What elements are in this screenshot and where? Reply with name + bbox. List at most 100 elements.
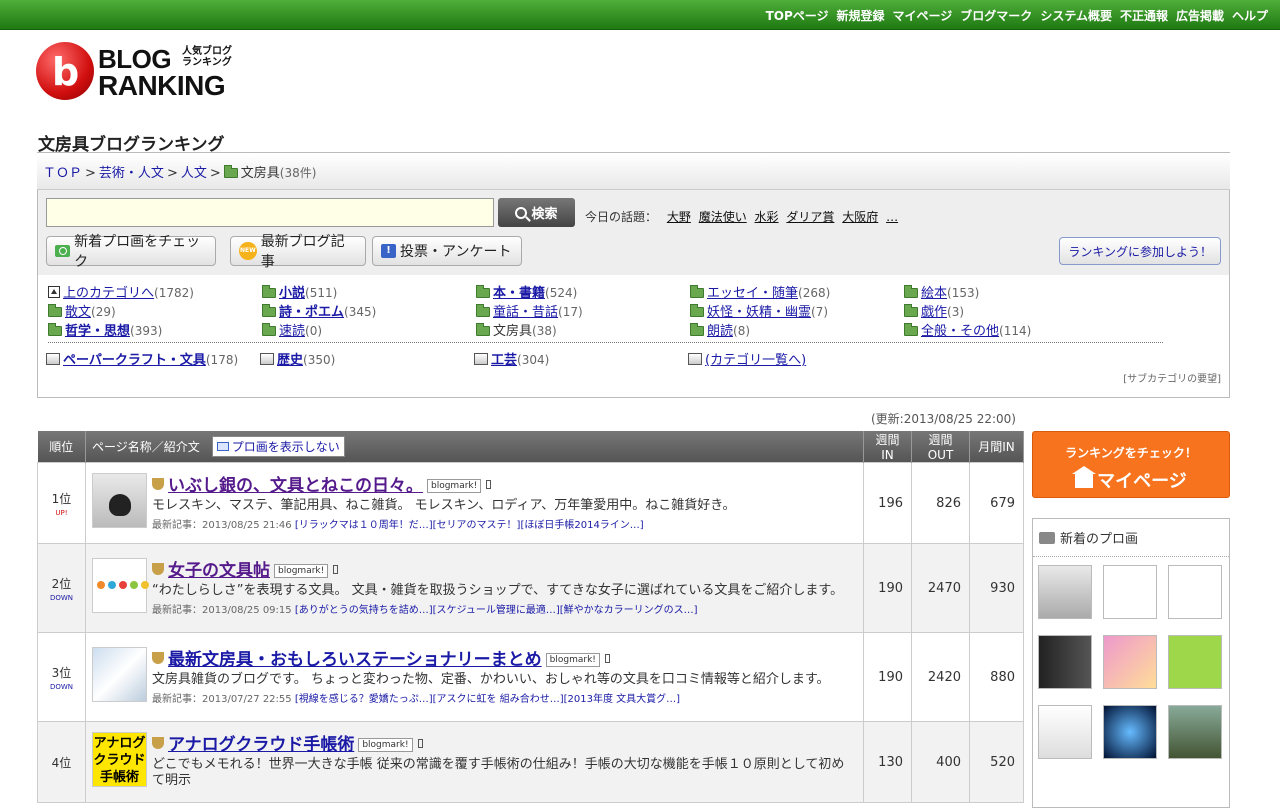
blog-thumbnail[interactable]: アナログ クラウド 手帳術 [92, 732, 147, 787]
subcategory-request-link[interactable]: [サブカテゴリの要望] [1123, 370, 1221, 385]
blog-title-link[interactable]: いぶし銀の、文具とねこの日々。 [168, 476, 423, 496]
topic-link[interactable]: 魔法使い [699, 210, 747, 224]
updated-timestamp: (更新:2013/08/25 22:00) [871, 412, 1016, 426]
profile-image-thumb[interactable] [1168, 635, 1222, 689]
new-posts-button[interactable]: NEW 最新ブログ記事 [230, 234, 366, 270]
latest-post-link[interactable]: [ありがとうの気持ちを詰め…] [295, 605, 433, 616]
latest-post-link[interactable]: [鮮やかなカラーリングのス…] [560, 605, 698, 616]
folder-icon [262, 285, 276, 298]
table-header-row: 順位 ページ名称／紹介文 プロ画を表示しない 週間IN 週間OUT 月間IN [37, 431, 1024, 463]
category-item[interactable]: 詩・ポエム(345) [262, 301, 376, 320]
category-item[interactable]: エッセイ・随筆(268) [690, 282, 830, 301]
latest-post-link[interactable]: [スケジュール管理に最適…] [433, 605, 560, 616]
topic-link[interactable]: 大野 [667, 210, 691, 224]
blog-thumbnail[interactable] [92, 473, 147, 528]
category-item[interactable]: 童話・昔話(17) [476, 301, 583, 320]
nav-top[interactable]: TOPページ [766, 7, 829, 24]
vote-button[interactable]: ! 投票・アンケート [372, 236, 522, 266]
category-item[interactable]: 絵本(153) [904, 282, 979, 301]
join-ranking-button[interactable]: ランキングに参加しよう！ [1059, 237, 1221, 265]
week-in-value: 196 [863, 462, 912, 544]
nav-report[interactable]: 不正通報 [1120, 7, 1168, 24]
blogmark-badge[interactable]: blogmark! [358, 738, 413, 752]
category-item[interactable]: 上のカテゴリへ(1782) [48, 282, 194, 301]
topic-link[interactable]: 水彩 [755, 210, 779, 224]
month-in-value: 520 [969, 721, 1024, 803]
related-link-icon [688, 353, 702, 365]
folder-icon [904, 304, 918, 317]
category-item[interactable]: 速読(0) [262, 320, 322, 339]
latest-posts: 最新記事：2013/08/25 09:15 [ありがとうの気持ちを詰め…][スケ… [152, 605, 698, 616]
site-logo[interactable]: b BLOG RANKING 人気ブログ ランキング [36, 42, 236, 102]
folder-icon [690, 323, 704, 336]
profile-image-thumb[interactable] [1103, 635, 1157, 689]
breadcrumb-humanities[interactable]: 人文 [181, 166, 207, 181]
category-index-link[interactable]: (カテゴリ一覧へ) [688, 349, 806, 368]
nav-register[interactable]: 新規登録 [837, 7, 885, 24]
blogmark-badge[interactable]: blogmark! [274, 564, 329, 578]
latest-post-link[interactable]: [アスクに虹を 組み合わせ…] [433, 694, 564, 705]
folder-icon [476, 285, 490, 298]
mobile-icon [417, 739, 423, 748]
entry-cell: 女子の文具帖 blogmark! “わたしらしさ”を表現する文具。 文具・雑貨を取… [85, 543, 864, 633]
trophy-icon [152, 563, 164, 575]
topic-link[interactable]: ダリア賞 [786, 210, 834, 224]
profile-image-thumb[interactable] [1038, 565, 1092, 619]
top-nav: TOPページ 新規登録 マイページ ブログマーク システム概要 不正通報 広告掲… [766, 7, 1268, 24]
topic-link[interactable]: 大阪府 [842, 210, 878, 224]
category-item[interactable]: 散文(29) [48, 301, 116, 320]
latest-post-link[interactable]: [視線を感じる？愛嬌たっぷ…] [295, 694, 433, 705]
col-week-out: 週間OUT [911, 431, 970, 463]
breadcrumb-top[interactable]: ＴＯＰ [43, 166, 82, 181]
related-category-item[interactable]: 工芸(304) [474, 349, 549, 368]
blogmark-badge[interactable]: blogmark! [545, 653, 600, 667]
related-link-icon [474, 353, 488, 365]
blog-thumbnail[interactable] [92, 647, 147, 702]
category-item[interactable]: 朗読(8) [690, 320, 750, 339]
category-item[interactable]: 小説(511) [262, 282, 337, 301]
entry-cell: いぶし銀の、文具とねこの日々。 blogmark! モレスキン、マステ、筆記用具、… [85, 462, 864, 544]
check-ranking-button[interactable]: ランキングをチェック！ マイページ [1032, 431, 1230, 498]
category-item[interactable]: 本・書籍(524) [476, 282, 577, 301]
table-row: 4位 アナログ クラウド 手帳術 アナログクラウド手帳術 blogmark! どこ… [37, 721, 1024, 803]
profile-image-thumb[interactable] [1168, 565, 1222, 619]
topic-more[interactable]: … [886, 210, 898, 224]
nav-system[interactable]: システム概要 [1040, 7, 1112, 24]
profile-image-thumb[interactable] [1103, 705, 1157, 759]
latest-post-link[interactable]: [リラックマは１０周年！だ…] [295, 520, 433, 531]
profile-image-thumb[interactable] [1168, 705, 1222, 759]
search-input[interactable] [46, 198, 494, 227]
nav-help[interactable]: ヘルプ [1232, 7, 1268, 24]
search-icon [515, 206, 528, 219]
nav-blogmark[interactable]: ブログマーク [960, 7, 1032, 24]
new-images-button[interactable]: 新着プロ画をチェック [46, 234, 216, 270]
nav-mypage[interactable]: マイページ [893, 7, 953, 24]
latest-post-link[interactable]: [ほぼ日手帳2014ライン…] [520, 520, 643, 531]
profile-image-thumb[interactable] [1038, 635, 1092, 689]
category-item[interactable]: 妖怪・妖精・幽霊(7) [690, 301, 828, 320]
blog-thumbnail[interactable] [92, 558, 149, 613]
new-images-label: 新着プロ画をチェック [74, 234, 201, 270]
search-button[interactable]: 検索 [498, 198, 575, 227]
related-category-item[interactable]: 歴史(350) [260, 349, 335, 368]
new-images-panel: 新着のプロ画 [1032, 518, 1230, 808]
blog-title-link[interactable]: 女子の文具帖 [168, 561, 270, 581]
category-item[interactable]: 哲学・思想(393) [48, 320, 162, 339]
blogmark-badge[interactable]: blogmark! [427, 479, 482, 493]
profile-image-thumb[interactable] [1103, 565, 1157, 619]
latest-post-link[interactable]: [2013年度 文具大賞グ…] [564, 694, 680, 705]
breadcrumb-arts[interactable]: 芸術・人文 [99, 166, 164, 181]
blog-title-link[interactable]: 最新文房具・おもしろいステーショナリーまとめ [168, 650, 542, 670]
week-out-value: 2470 [911, 543, 970, 633]
toggle-images-button[interactable]: プロ画を表示しない [211, 436, 345, 457]
related-category-item[interactable]: ペーパークラフト・文具(178) [46, 349, 238, 368]
latest-post-link[interactable]: [セリアのマステ！] [433, 520, 521, 531]
category-item[interactable]: 全般・その他(114) [904, 320, 1031, 339]
profile-image-thumb[interactable] [1038, 705, 1092, 759]
nav-ads[interactable]: 広告掲載 [1176, 7, 1224, 24]
category-item[interactable]: 戯作(3) [904, 301, 964, 320]
col-page: ページ名称／紹介文 プロ画を表示しない [85, 431, 864, 463]
folder-icon [262, 323, 276, 336]
blog-title-link[interactable]: アナログクラウド手帳術 [168, 735, 354, 755]
title-divider [37, 152, 1230, 153]
